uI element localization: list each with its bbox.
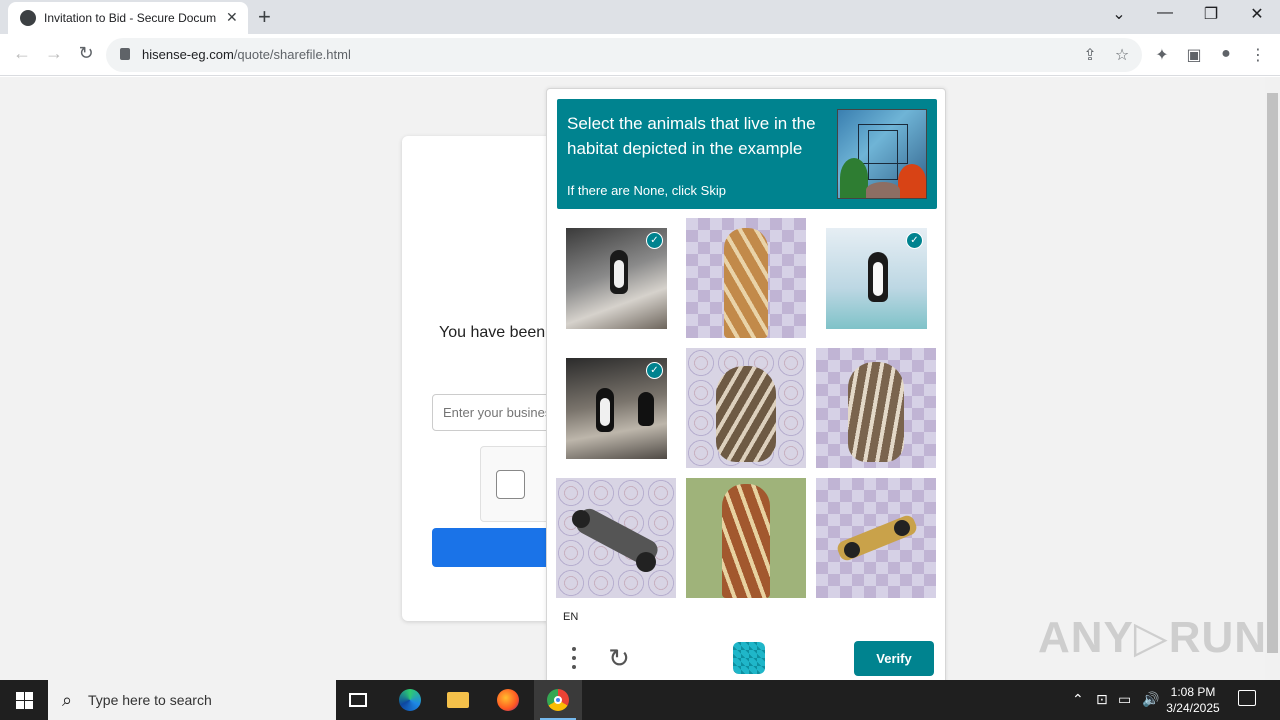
usb-icon[interactable]: ⊡ [1096, 691, 1108, 708]
refresh-challenge-icon[interactable]: ↻ [605, 645, 633, 673]
globe-icon [20, 10, 36, 26]
network-icon[interactable]: ▭ [1118, 691, 1131, 708]
side-panel-icon[interactable]: ▣ [1184, 45, 1204, 65]
system-clock[interactable]: 1:08 PM 3/24/2025 [1160, 684, 1226, 716]
menu-icon[interactable]: ⋮ [1248, 45, 1268, 65]
search-placeholder: Type here to search [88, 692, 212, 708]
clock-date: 3/24/2025 [1166, 701, 1220, 715]
minimize-button[interactable]: — [1150, 4, 1180, 22]
task-view-icon [349, 693, 367, 707]
image-tile-4[interactable]: ✓ [566, 358, 667, 459]
selected-check-icon: ✓ [646, 232, 663, 249]
browser-tab-strip: Invitation to Bid - Secure Docum ✕ + ⌄ —… [0, 0, 1280, 34]
profile-icon[interactable]: ● [1216, 45, 1236, 63]
star-icon[interactable]: ☆ [1112, 45, 1132, 65]
prompt-text: Select the animals that live in the habi… [567, 114, 816, 158]
verify-button[interactable]: Verify [854, 641, 934, 676]
tab-close-icon[interactable]: ✕ [226, 9, 238, 26]
watermark-logo: ANY▷RUN [1038, 613, 1268, 662]
hcaptcha-logo-icon [733, 642, 765, 674]
image-tile-6[interactable] [816, 348, 936, 468]
scrollbar-thumb[interactable] [1267, 93, 1278, 653]
restore-button[interactable]: ❐ [1196, 4, 1226, 24]
folder-icon [447, 692, 469, 708]
share-icon[interactable]: ⇪ [1080, 45, 1100, 65]
language-selector[interactable]: EN [563, 611, 578, 623]
image-tile-9[interactable] [816, 478, 936, 598]
tab-search-icon[interactable]: ⌄ [1104, 4, 1134, 24]
search-icon: ⌕ [62, 690, 73, 710]
firefox-icon [497, 689, 519, 711]
selected-check-icon: ✓ [906, 232, 923, 249]
lock-icon [120, 48, 130, 60]
image-tile-3[interactable]: ✓ [826, 228, 927, 329]
new-tab-button[interactable]: + [258, 4, 271, 30]
back-icon[interactable]: ← [10, 43, 34, 64]
chrome-app[interactable] [534, 680, 582, 720]
extensions-icon[interactable]: ✦ [1152, 45, 1172, 65]
clock-time: 1:08 PM [1170, 685, 1216, 699]
image-tile-5[interactable] [686, 348, 806, 468]
edge-icon [399, 689, 421, 711]
tab-title: Invitation to Bid - Secure Docum [44, 11, 217, 25]
windows-taskbar: ⌕ Type here to search ⌃ ⊡ ▭ 🔊 1:08 PM 3/… [0, 680, 1280, 720]
start-button[interactable] [0, 680, 48, 720]
captcha-challenge: Select the animals that live in the habi… [546, 88, 946, 688]
browser-tab[interactable]: Invitation to Bid - Secure Docum ✕ [8, 2, 248, 34]
reload-icon[interactable]: ↻ [74, 43, 98, 64]
forward-icon[interactable]: → [42, 43, 66, 64]
example-image [837, 109, 927, 199]
task-view-button[interactable] [336, 680, 384, 720]
selected-check-icon: ✓ [646, 362, 663, 379]
challenge-prompt: Select the animals that live in the habi… [557, 99, 937, 209]
prompt-subtext: If there are None, click Skip [567, 183, 726, 198]
file-explorer-app[interactable] [434, 680, 482, 720]
address-bar[interactable]: hisense-eg.com/quote/sharefile.html [106, 38, 1142, 72]
notification-icon[interactable] [1238, 690, 1256, 706]
image-tile-1[interactable]: ✓ [566, 228, 667, 329]
edge-app[interactable] [386, 680, 434, 720]
close-window-button[interactable]: ✕ [1242, 4, 1272, 24]
page-heading: You have been [439, 324, 546, 341]
volume-icon[interactable]: 🔊 [1142, 691, 1159, 708]
url-text: hisense-eg.com/quote/sharefile.html [142, 47, 351, 62]
browser-toolbar: ← → ↻ hisense-eg.com/quote/sharefile.htm… [0, 34, 1280, 76]
image-tile-2[interactable] [686, 218, 806, 338]
tray-chevron-icon[interactable]: ⌃ [1072, 691, 1084, 708]
firefox-app[interactable] [484, 680, 532, 720]
menu-dots-icon[interactable] [565, 645, 583, 671]
image-tile-7[interactable] [556, 478, 676, 598]
page-scrollbar[interactable] [1265, 77, 1280, 680]
hcaptcha-checkbox[interactable] [496, 470, 525, 499]
taskbar-search[interactable]: ⌕ Type here to search [48, 680, 336, 720]
image-tile-8[interactable] [686, 478, 806, 598]
